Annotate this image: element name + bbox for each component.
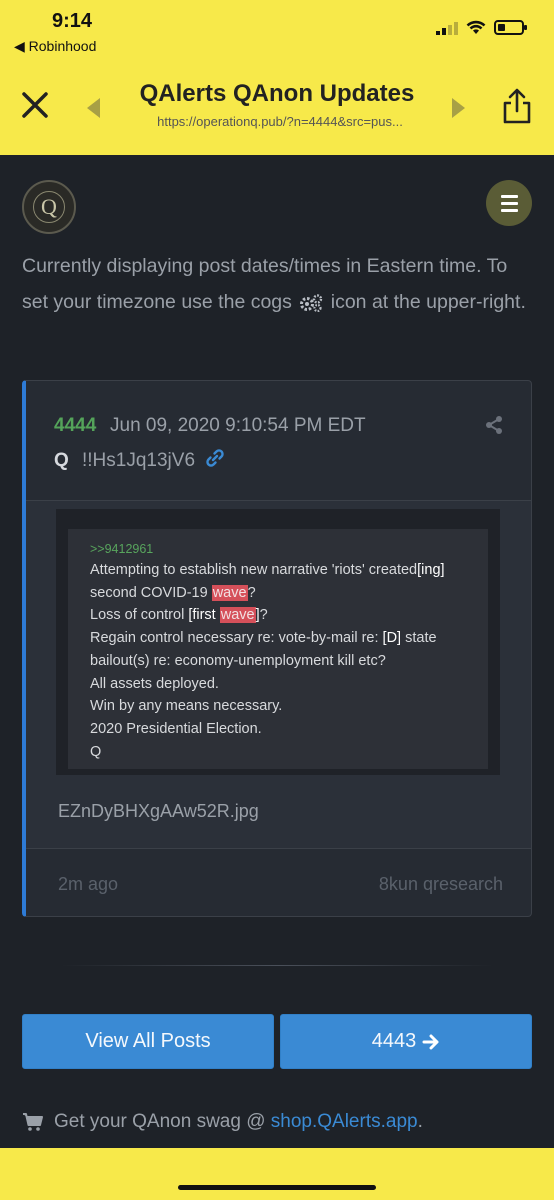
- status-time: 9:14: [52, 10, 93, 32]
- wifi-icon: [466, 20, 486, 34]
- swag-text: Get your QAnon swag @: [54, 1111, 266, 1132]
- next-arrow-icon[interactable]: [450, 96, 468, 120]
- close-icon[interactable]: [18, 88, 52, 122]
- image-text-line: Q: [90, 743, 102, 760]
- shop-link[interactable]: shop.QAlerts.app: [271, 1111, 418, 1132]
- browser-bottom-bar: [0, 1148, 554, 1200]
- image-text-line: Loss of control [first wave]?: [90, 607, 268, 624]
- post-footer: 2m ago 8kun qresearch: [26, 848, 531, 916]
- post-age: 2m ago: [58, 874, 119, 894]
- shopping-cart-icon: [23, 1113, 43, 1131]
- share-post-icon[interactable]: [484, 415, 504, 435]
- page-url: https://operationq.pub/?n=4444&src=pus..…: [157, 114, 403, 129]
- post-number-link[interactable]: 4444: [54, 415, 96, 437]
- highlighted-word: wave: [219, 607, 256, 624]
- swag-suffix: .: [417, 1111, 423, 1132]
- post-image-content: >>9412961 Attempting to establish new na…: [68, 529, 488, 769]
- image-text-line: All assets deployed.: [90, 675, 219, 692]
- back-to-app-link[interactable]: ◀ Robinhood: [14, 38, 96, 55]
- cellular-signal-icon: [436, 21, 458, 35]
- share-icon[interactable]: [500, 86, 534, 126]
- arrow-right-icon: [422, 1034, 439, 1049]
- image-filename[interactable]: EZnDyBHXgAAw52R.jpg: [58, 801, 259, 822]
- timezone-notice: Currently displaying post dates/times in…: [22, 248, 532, 320]
- status-icons: [436, 20, 527, 35]
- reply-reference: >>9412961: [90, 542, 154, 556]
- previous-arrow-icon[interactable]: [84, 96, 102, 120]
- image-text-line: Win by any means necessary.: [90, 698, 283, 715]
- page-title: QAlerts QAnon Updates: [139, 80, 415, 107]
- image-text-line: Attempting to establish new narrative 'r…: [90, 562, 445, 578]
- highlighted-word: wave: [211, 584, 248, 601]
- operation-q-logo[interactable]: Q: [22, 180, 76, 234]
- post-card: 4444 Jun 09, 2020 9:10:54 PM EDT Q !!Hs1…: [22, 380, 532, 917]
- post-source: 8kun qresearch: [378, 874, 503, 894]
- cogs-icon: [300, 294, 323, 312]
- image-text-line: second COVID-19 wave?: [90, 584, 256, 601]
- battery-icon: [494, 20, 527, 35]
- post-body: >>9412961 Attempting to establish new na…: [26, 501, 531, 848]
- post-author: Q: [54, 450, 69, 471]
- post-date: Jun 09, 2020 9:10:54 PM EDT: [110, 415, 366, 436]
- post-header: 4444 Jun 09, 2020 9:10:54 PM EDT Q !!Hs1…: [26, 381, 531, 501]
- swag-line: Get your QAnon swag @ shop.QAlerts.app.: [22, 1111, 423, 1133]
- image-text-line: bailout(s) re: economy-unemployment kill…: [90, 652, 386, 669]
- menu-button[interactable]: [486, 180, 532, 226]
- next-post-button[interactable]: 4443: [280, 1014, 532, 1069]
- section-divider: [60, 965, 494, 966]
- timezone-notice-text-end: icon at the upper-right.: [330, 291, 526, 313]
- post-tripcode: !!Hs1Jq13jV6: [82, 450, 196, 471]
- image-text-line: 2020 Presidential Election.: [90, 720, 262, 737]
- view-all-posts-button[interactable]: View All Posts: [22, 1014, 274, 1069]
- image-text-line: Regain control necessary re: vote-by-mai…: [90, 630, 437, 647]
- view-all-posts-label: View All Posts: [85, 1030, 211, 1052]
- home-indicator[interactable]: [178, 1185, 376, 1190]
- next-post-label: 4443: [371, 1030, 417, 1052]
- link-icon[interactable]: [204, 447, 226, 469]
- post-image[interactable]: >>9412961 Attempting to establish new na…: [56, 509, 500, 775]
